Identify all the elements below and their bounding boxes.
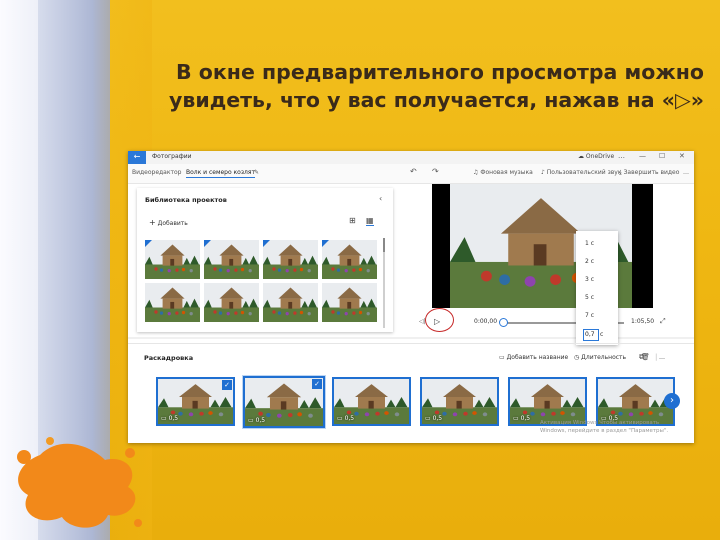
clip-duration: ▭ 0,5 (513, 415, 531, 422)
collapse-library-button[interactable]: ‹ (379, 194, 382, 203)
storyboard-clip[interactable]: ▭ 0,5 ✓ (243, 376, 325, 428)
seek-thumb[interactable] (499, 318, 508, 327)
duration-label: Длительность (581, 354, 627, 361)
minimize-button[interactable]: — (639, 152, 646, 160)
more-options-button[interactable]: … (618, 152, 625, 160)
close-button[interactable]: ✕ (679, 152, 685, 160)
add-title-card-button[interactable]: ▭ Добавить название (499, 354, 568, 361)
grid-view-small-icon[interactable]: ⊞ (349, 216, 356, 225)
finish-video-label: Завершить видео (623, 169, 680, 176)
added-corner-marker (322, 240, 329, 247)
total-time: 1:05,50 (631, 318, 655, 325)
library-thumbnail[interactable] (145, 283, 200, 322)
slide-caption: В окне предварительного просмотра можно … (169, 60, 704, 112)
custom-duration-input[interactable]: 0,7 (583, 329, 599, 341)
library-thumbnail[interactable] (204, 283, 259, 322)
current-time: 0:00,00 (474, 318, 498, 325)
clock-icon: ◷ (574, 354, 580, 361)
fullscreen-icon[interactable]: ⤢ (660, 317, 666, 326)
project-name-field[interactable]: Волк и семеро козлят (186, 169, 255, 178)
project-library-panel: Библиотека проектов ‹ + Добавить ⊞ ▦ (137, 188, 393, 332)
background-music-button[interactable]: ♫ Фоновая музыка (473, 169, 533, 176)
storyboard-title: Раскадровка (144, 354, 194, 362)
storyboard-divider (128, 343, 694, 344)
add-media-label: Добавить (157, 220, 188, 227)
library-thumbnail[interactable] (145, 240, 200, 279)
back-button[interactable]: ← (128, 151, 146, 164)
added-corner-marker (204, 240, 211, 247)
clip-duration: ▭ 0,5 (161, 415, 179, 422)
title-card-icon: ▭ (499, 354, 505, 361)
library-title: Библиотека проектов (145, 196, 227, 204)
storyboard-next-icon[interactable]: › (664, 393, 680, 409)
background-music-label: Фоновая музыка (480, 169, 533, 176)
maximize-button[interactable]: ☐ (659, 152, 665, 160)
duration-option[interactable]: 3 с (585, 276, 594, 283)
breadcrumb-video-editor[interactable]: Видеоредактор (132, 169, 181, 176)
toolbar-more-button[interactable]: … (683, 169, 689, 176)
plus-icon: + (149, 218, 156, 227)
app-title: Фотографии (152, 153, 192, 160)
storyboard-clip[interactable]: ▭ 0,5 ✓ (156, 377, 235, 426)
duration-option[interactable]: 1 с (585, 240, 594, 247)
clip-duration: ▭ 0,5 (248, 417, 266, 424)
custom-audio-label: Пользовательский звук (546, 169, 622, 176)
clip-checkbox[interactable]: ✓ (222, 380, 232, 390)
duration-option[interactable]: 5 с (585, 294, 594, 301)
add-media-button[interactable]: + Добавить (149, 218, 188, 227)
clip-duration: ▭ 0,5 (337, 415, 355, 422)
library-thumbnail[interactable] (322, 283, 377, 322)
editor-toolbar: Видеоредактор Волк и семеро козлят ✎ ↶ ↷… (128, 164, 694, 184)
music-note-icon: ♫ (473, 169, 479, 176)
added-corner-marker (263, 240, 270, 247)
custom-audio-button[interactable]: ♪ Пользовательский звук (541, 169, 621, 176)
title-bar: ← Фотографии ☁ OneDrive … — ☐ ✕ (128, 151, 694, 164)
undo-icon[interactable]: ↶ (410, 167, 417, 176)
grid-view-large-icon[interactable]: ▦ (366, 216, 374, 226)
windows-activation-watermark: Активация Windows Чтобы активировать Win… (540, 420, 669, 434)
storyboard-clip[interactable]: ▭ 0,5 (332, 377, 411, 426)
finish-video-button[interactable]: ⤓ Завершить видео (619, 169, 679, 177)
library-scrollbar[interactable] (383, 238, 385, 328)
duration-dropdown: 1 с 2 с 3 с 5 с 7 с 0,7 с (576, 231, 618, 345)
library-thumbnail[interactable] (322, 240, 377, 279)
audio-icon: ♪ (541, 169, 545, 176)
duration-unit: с (600, 331, 604, 338)
cloud-icon: ☁ (578, 153, 584, 160)
play-button-highlight-ring (425, 308, 454, 332)
duration-option[interactable]: 2 с (585, 258, 594, 265)
add-title-card-label: Добавить название (506, 354, 569, 361)
duration-button[interactable]: ◷ Длительность (574, 354, 626, 361)
library-thumbnail[interactable] (263, 240, 318, 279)
delete-icon[interactable]: 🗑 (641, 353, 650, 361)
storyboard-more-button[interactable]: … (659, 354, 665, 361)
separator: | (655, 353, 658, 361)
export-icon: ⤓ (619, 169, 622, 176)
onedrive-label: OneDrive (585, 153, 615, 160)
added-corner-marker (145, 240, 152, 247)
clip-duration: ▭ 0,5 (425, 415, 443, 422)
redo-icon[interactable]: ↷ (432, 167, 439, 176)
paint-splash-decoration (17, 437, 142, 528)
rename-pencil-icon[interactable]: ✎ (254, 169, 259, 176)
duration-option[interactable]: 7 с (585, 312, 594, 319)
photos-video-editor-window: ← Фотографии ☁ OneDrive … — ☐ ✕ Видеоред… (128, 151, 694, 443)
onedrive-status[interactable]: ☁ OneDrive (578, 153, 614, 160)
library-thumbnail[interactable] (263, 283, 318, 322)
library-thumbnail[interactable] (204, 240, 259, 279)
clip-checkbox[interactable]: ✓ (312, 379, 322, 389)
storyboard-clip[interactable]: ▭ 0,5 (420, 377, 499, 426)
video-preview[interactable] (432, 184, 653, 308)
